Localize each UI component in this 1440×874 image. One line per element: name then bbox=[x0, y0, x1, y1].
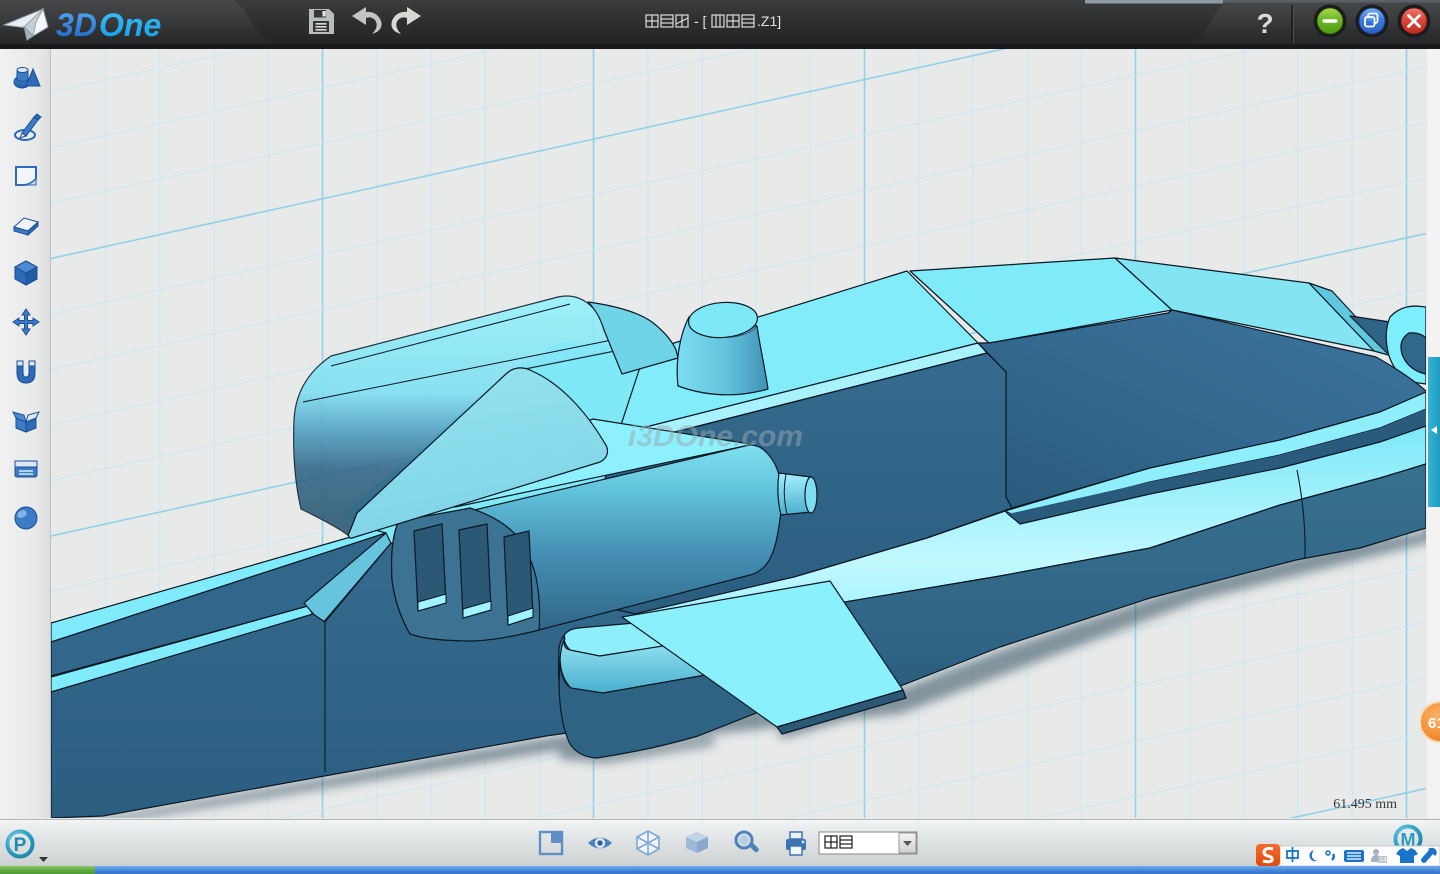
svg-text:61: 61 bbox=[1428, 715, 1440, 732]
svg-text:One: One bbox=[99, 7, 161, 43]
svg-text:- [: - [ bbox=[694, 13, 707, 29]
svg-text:P: P bbox=[14, 835, 27, 856]
svg-text:.Z1]: .Z1] bbox=[757, 13, 781, 29]
svg-text:i3DOne.com: i3DOne.com bbox=[628, 420, 803, 453]
svg-text:?: ? bbox=[1256, 8, 1273, 39]
svg-text:3D: 3D bbox=[56, 7, 97, 43]
svg-text:14: 14 bbox=[1379, 857, 1387, 864]
